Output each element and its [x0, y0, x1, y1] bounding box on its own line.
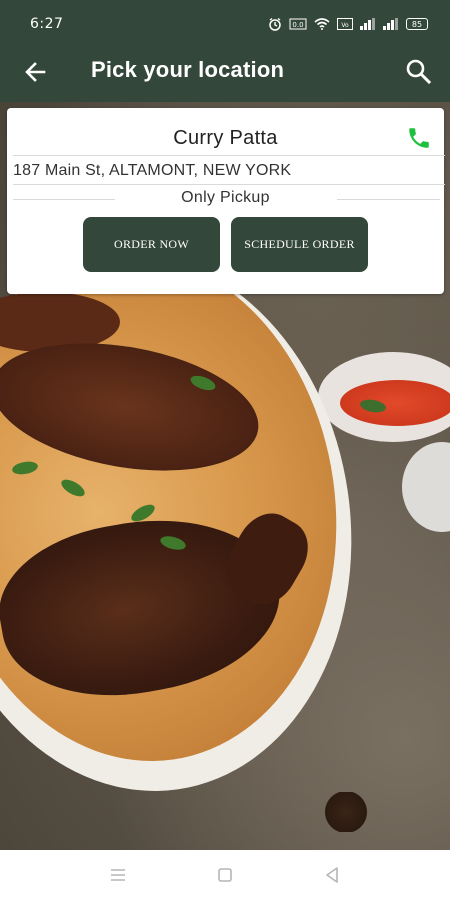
- service-mode: Only Pickup: [181, 189, 270, 206]
- star-anise: [318, 792, 374, 832]
- svg-text:0.0: 0.0: [292, 21, 303, 29]
- menu-icon[interactable]: [108, 865, 128, 885]
- phone-icon[interactable]: [406, 125, 432, 151]
- app-bar: Pick your location: [0, 48, 450, 102]
- search-icon[interactable]: [404, 57, 432, 85]
- signal-icon-2: [383, 18, 399, 30]
- status-bar: 6:27 0.0 Vo 85: [0, 0, 450, 48]
- svg-text:Vo: Vo: [341, 22, 349, 29]
- data-speed-icon: 0.0: [289, 18, 307, 30]
- status-icons: 0.0 Vo 85: [268, 17, 428, 31]
- order-now-button[interactable]: ORDER NOW: [83, 217, 220, 272]
- arrow-back-icon[interactable]: [22, 58, 50, 86]
- restaurant-name: Curry Patta: [173, 127, 278, 149]
- divider: [13, 184, 445, 185]
- system-nav-bar: [0, 850, 450, 900]
- schedule-order-button[interactable]: SCHEDULE ORDER: [231, 217, 368, 272]
- top-bar: 6:27 0.0 Vo 85 Pick your location: [0, 0, 450, 102]
- status-time: 6:27: [30, 16, 64, 32]
- nav-back-icon[interactable]: [322, 865, 342, 885]
- restaurant-card: Curry Patta 187 Main St, ALTAMONT, NEW Y…: [7, 108, 445, 294]
- page-title: Pick your location: [91, 57, 285, 82]
- signal-icon-1: [360, 18, 376, 30]
- restaurant-address: 187 Main St, ALTAMONT, NEW YORK: [13, 162, 292, 179]
- volte-icon: Vo: [337, 18, 353, 30]
- divider: [13, 155, 445, 156]
- home-icon[interactable]: [215, 865, 235, 885]
- alarm-icon: [268, 17, 282, 31]
- wifi-icon: [314, 18, 330, 30]
- battery-icon: 85: [406, 18, 428, 30]
